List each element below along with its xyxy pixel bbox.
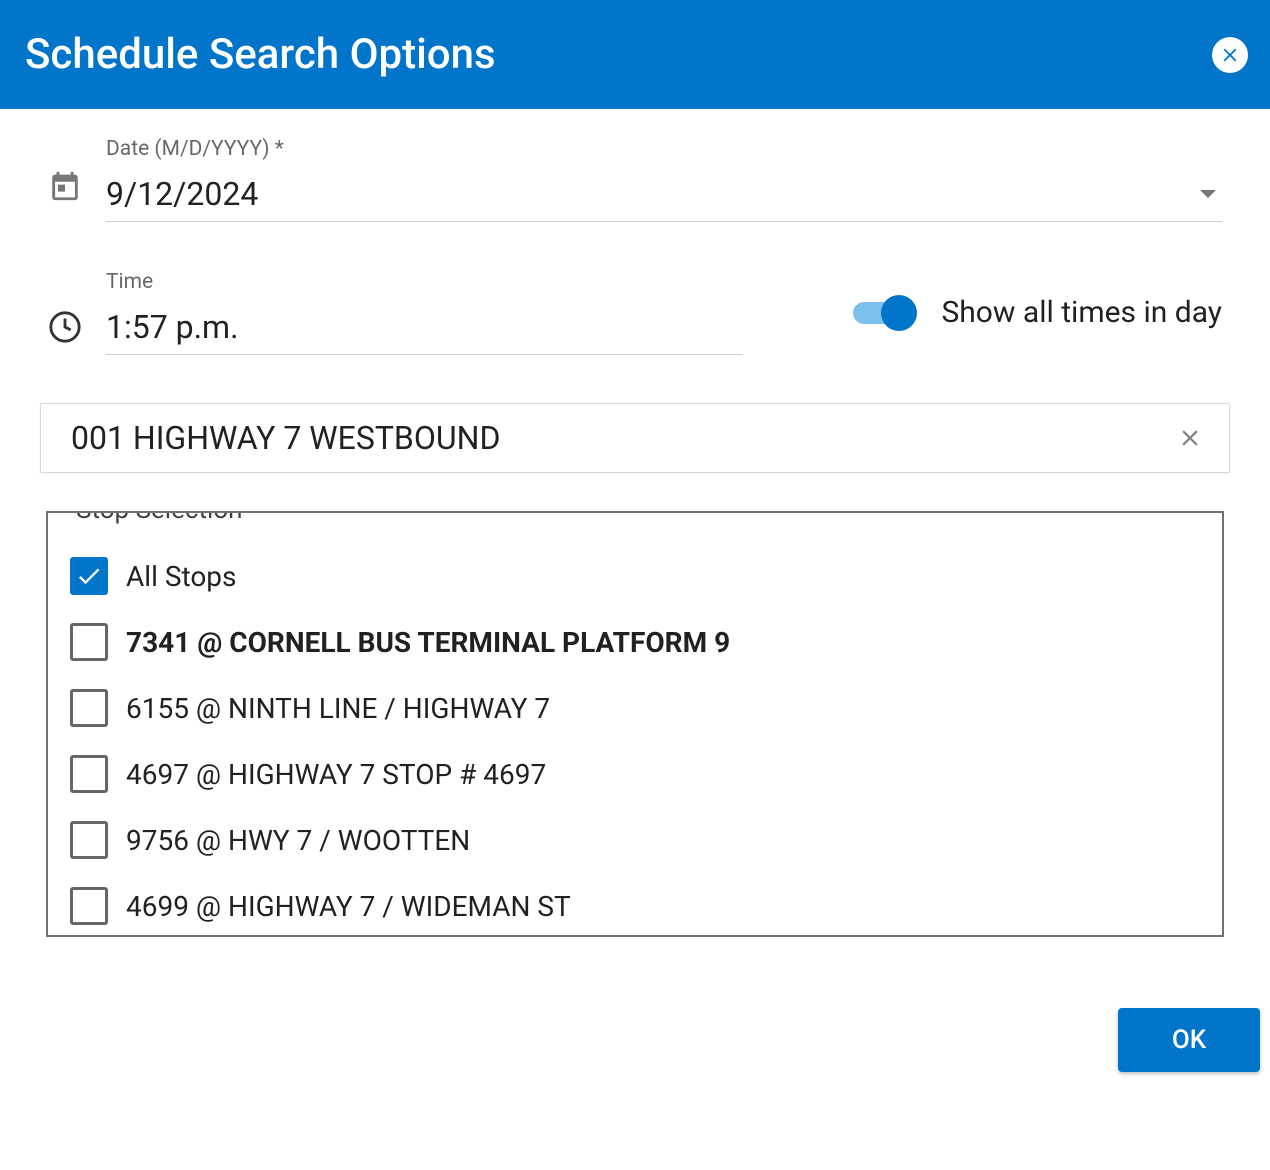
route-clear-button[interactable] (1175, 423, 1205, 453)
show-all-times-toggle-wrap: Show all times in day (853, 295, 1222, 330)
stop-selection-legend: Stop Selection (70, 511, 249, 525)
clock-icon (48, 310, 82, 344)
stop-selection-fieldset: Stop Selection All Stops 7341 @ CORNELL … (46, 511, 1224, 937)
dialog-header: Schedule Search Options (0, 0, 1270, 109)
stop-row[interactable]: 7341 @ CORNELL BUS TERMINAL PLATFORM 9 (70, 609, 1200, 675)
stop-label: 9756 @ HWY 7 / WOOTTEN (126, 824, 470, 857)
date-row: Date (M/D/YYYY) * (48, 137, 1222, 222)
date-label: Date (M/D/YYYY) * (106, 137, 1222, 161)
all-stops-row[interactable]: All Stops (70, 543, 1200, 609)
time-field[interactable]: Time (106, 270, 743, 355)
date-field[interactable]: Date (M/D/YYYY) * (106, 137, 1222, 222)
dropdown-arrow-icon[interactable] (1200, 190, 1216, 198)
check-icon (75, 562, 103, 590)
toggle-thumb (881, 295, 917, 331)
dialog-content: Date (M/D/YYYY) * Time Show all times i (0, 109, 1270, 937)
stop-checkbox[interactable] (70, 887, 108, 925)
clear-icon (1177, 425, 1203, 451)
close-button[interactable] (1212, 37, 1248, 73)
stop-label: 4697 @ HIGHWAY 7 STOP # 4697 (126, 758, 546, 791)
stop-label: 6155 @ NINTH LINE / HIGHWAY 7 (126, 692, 550, 725)
stop-checkbox[interactable] (70, 689, 108, 727)
show-all-times-toggle[interactable] (853, 302, 911, 324)
time-label: Time (106, 270, 743, 294)
date-input[interactable] (106, 175, 1200, 213)
stop-checkbox[interactable] (70, 623, 108, 661)
stop-row[interactable]: 6155 @ NINTH LINE / HIGHWAY 7 (70, 675, 1200, 741)
stop-row[interactable]: 4697 @ HIGHWAY 7 STOP # 4697 (70, 741, 1200, 807)
stop-checkbox[interactable] (70, 755, 108, 793)
stop-row[interactable]: 4699 @ HIGHWAY 7 / WIDEMAN ST (70, 873, 1200, 937)
all-stops-label: All Stops (126, 560, 236, 593)
stop-row[interactable]: 9756 @ HWY 7 / WOOTTEN (70, 807, 1200, 873)
stop-label: 4699 @ HIGHWAY 7 / WIDEMAN ST (126, 890, 571, 923)
stop-label: 7341 @ CORNELL BUS TERMINAL PLATFORM 9 (126, 626, 730, 659)
time-input[interactable] (106, 308, 743, 346)
show-all-times-label: Show all times in day (941, 295, 1222, 330)
all-stops-checkbox[interactable] (70, 557, 108, 595)
calendar-icon (48, 169, 82, 203)
close-icon (1219, 44, 1241, 66)
stop-checkbox[interactable] (70, 821, 108, 859)
route-input[interactable] (69, 418, 1175, 458)
ok-button[interactable]: OK (1118, 1008, 1260, 1072)
route-field[interactable] (40, 403, 1230, 473)
dialog-title: Schedule Search Options (25, 30, 496, 79)
time-row: Time Show all times in day (48, 270, 1222, 355)
